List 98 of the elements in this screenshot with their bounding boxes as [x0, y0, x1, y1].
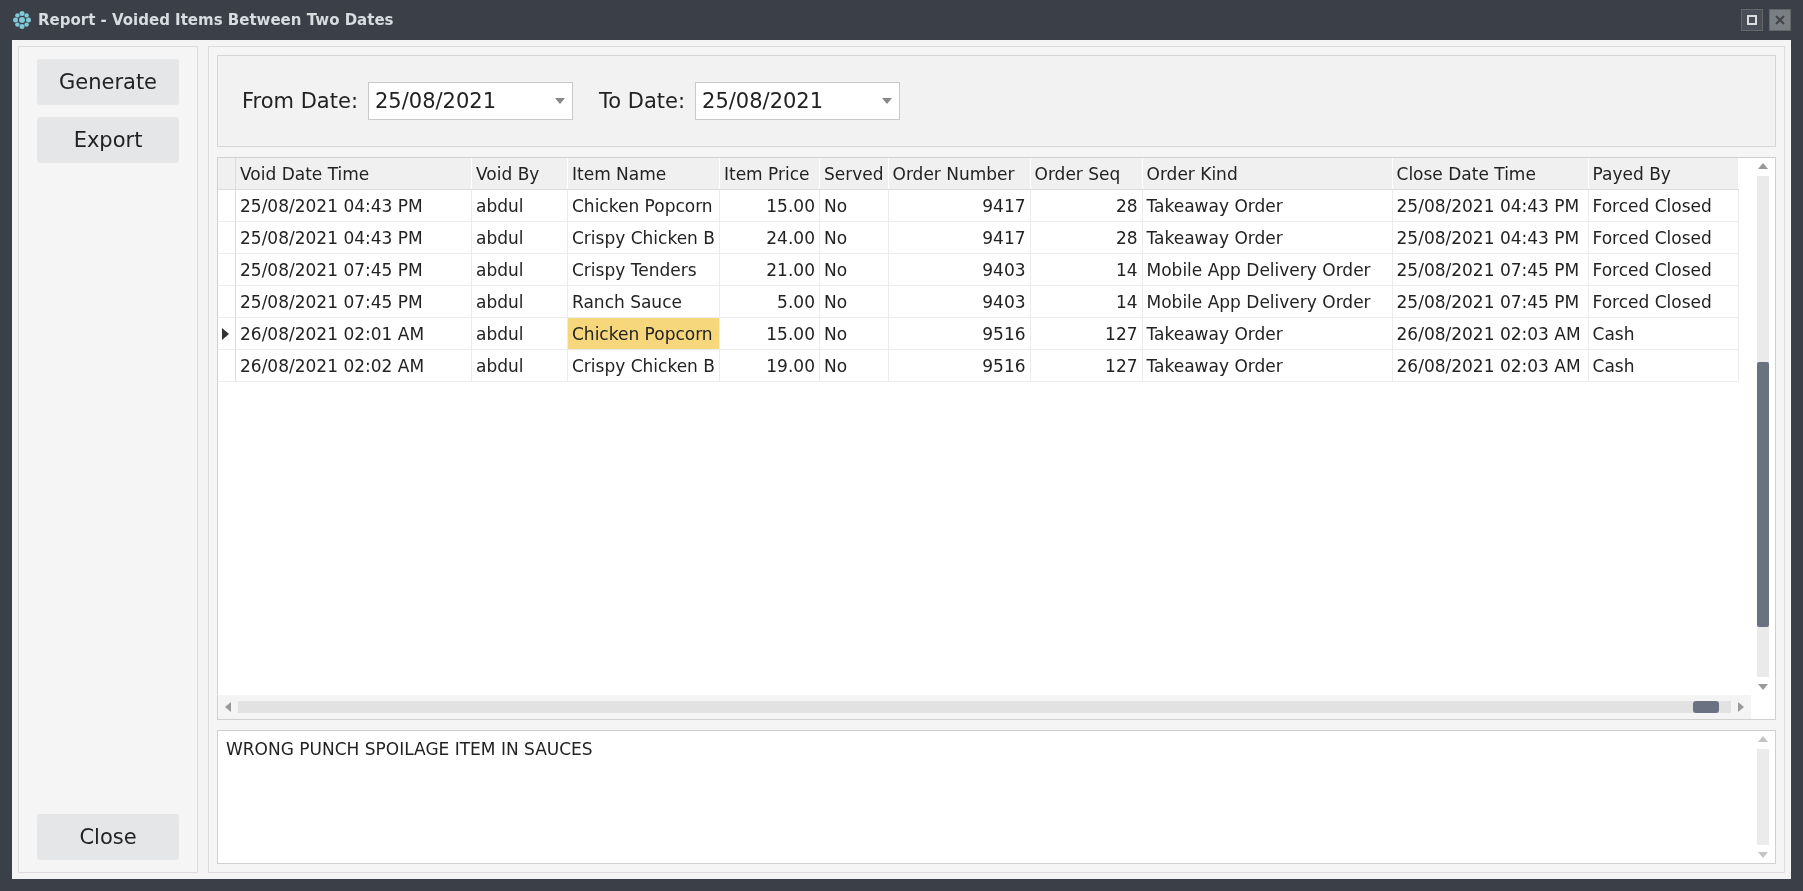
table-cell: 25/08/2021 04:43 PM	[1392, 221, 1588, 254]
table-cell: No	[819, 189, 888, 222]
table-cell: 9516	[888, 349, 1030, 382]
table-cell: 9417	[888, 189, 1030, 222]
restore-button[interactable]	[1741, 9, 1763, 31]
table-cell: No	[819, 349, 888, 382]
table-cell: 25/08/2021 07:45 PM	[235, 285, 472, 318]
column-header[interactable]: Item Name	[567, 158, 720, 190]
table-cell: 9403	[888, 253, 1030, 286]
table-cell: abdul	[471, 189, 568, 222]
table-cell: Chicken Popcorn	[567, 189, 720, 222]
table-cell: abdul	[471, 285, 568, 318]
window-title: Report - Voided Items Between Two Dates	[38, 11, 395, 29]
column-header[interactable]: Void Date Time	[235, 158, 472, 190]
restore-icon	[1746, 14, 1758, 26]
table-cell: No	[819, 317, 888, 350]
table-cell: 5.00	[719, 285, 820, 318]
table-cell: 24.00	[719, 221, 820, 254]
table-cell: abdul	[471, 221, 568, 254]
close-button[interactable]	[1769, 9, 1791, 31]
table-cell: 26/08/2021 02:03 AM	[1392, 349, 1588, 382]
app-icon	[12, 10, 32, 30]
table-cell: 25/08/2021 07:45 PM	[1392, 253, 1588, 286]
column-header[interactable]: Item Price	[719, 158, 820, 190]
date-dropdown[interactable]: 25/08/2021	[368, 82, 573, 120]
column-header[interactable]: Order Kind	[1142, 158, 1392, 190]
table-cell: 14	[1030, 285, 1142, 318]
table-cell: 15.00	[719, 317, 820, 350]
table-cell: No	[819, 253, 888, 286]
column-header[interactable]: Void By	[471, 158, 568, 190]
scroll-up-icon[interactable]	[1757, 162, 1769, 170]
scroll-up-icon[interactable]	[1757, 735, 1769, 743]
table-cell: 9403	[888, 285, 1030, 318]
column-header[interactable]: Payed By	[1588, 158, 1738, 190]
scrollbar-thumb[interactable]	[1693, 701, 1719, 713]
table-cell: Takeaway Order	[1142, 317, 1392, 350]
table-cell: Takeaway Order	[1142, 221, 1392, 254]
date-dropdown[interactable]: 25/08/2021	[695, 82, 901, 120]
table-cell: Forced Closed	[1588, 285, 1738, 318]
table-cell: Mobile App Delivery Order	[1142, 253, 1392, 286]
table-cell: Crispy Tenders	[567, 253, 720, 286]
table-cell: No	[819, 285, 888, 318]
table-cell: 25/08/2021 07:45 PM	[1392, 285, 1588, 318]
table-cell: 25/08/2021 04:43 PM	[1392, 189, 1588, 222]
table-cell: Crispy Chicken B	[567, 349, 720, 382]
scroll-down-icon[interactable]	[1757, 683, 1769, 691]
table-cell: 25/08/2021 07:45 PM	[235, 253, 472, 286]
column-header[interactable]: Order Number	[888, 158, 1030, 190]
sidebar-button[interactable]: Export	[37, 117, 179, 163]
table-cell: abdul	[471, 317, 568, 350]
table-cell: Forced Closed	[1588, 253, 1738, 286]
table-cell: Mobile App Delivery Order	[1142, 285, 1392, 318]
row-indicator[interactable]	[218, 317, 236, 350]
table-cell: 14	[1030, 253, 1142, 286]
table-cell: 15.00	[719, 189, 820, 222]
table-cell: 19.00	[719, 349, 820, 382]
horizontal-scrollbar[interactable]	[218, 695, 1751, 719]
table-cell: abdul	[471, 253, 568, 286]
table-cell: 9417	[888, 221, 1030, 254]
table-cell: Cash	[1588, 349, 1738, 382]
table-cell: 26/08/2021 02:03 AM	[1392, 317, 1588, 350]
sidebar-button[interactable]: Close	[37, 814, 179, 860]
table-cell: Forced Closed	[1588, 221, 1738, 254]
table-cell: Cash	[1588, 317, 1738, 350]
notes-box[interactable]: WRONG PUNCH SPOILAGE ITEM IN SAUCES	[217, 730, 1776, 864]
notes-text: WRONG PUNCH SPOILAGE ITEM IN SAUCES	[225, 738, 594, 761]
table-cell: abdul	[471, 349, 568, 382]
table-cell: Forced Closed	[1588, 189, 1738, 222]
sidebar-button[interactable]: Generate	[37, 59, 179, 105]
scroll-down-icon[interactable]	[1757, 851, 1769, 859]
date-label: From Date:	[242, 89, 358, 113]
table-cell: Takeaway Order	[1142, 189, 1392, 222]
table-cell: Takeaway Order	[1142, 349, 1392, 382]
table-cell: 25/08/2021 04:43 PM	[235, 189, 472, 222]
table-cell: Ranch Sauce	[567, 285, 720, 318]
table-cell: Crispy Chicken B	[567, 221, 720, 254]
dropdown-icon[interactable]	[881, 97, 894, 105]
table-cell: 26/08/2021 02:02 AM	[235, 349, 472, 382]
table-cell: 28	[1030, 189, 1142, 222]
table-cell: 25/08/2021 04:43 PM	[235, 221, 472, 254]
scrollbar-thumb[interactable]	[1757, 362, 1769, 627]
table-cell: 127	[1030, 349, 1142, 382]
table-cell: 9516	[888, 317, 1030, 350]
table-cell: 127	[1030, 317, 1142, 350]
table-cell: Chicken Popcorn	[567, 317, 720, 350]
column-header[interactable]: Served	[819, 158, 888, 190]
scroll-left-icon[interactable]	[224, 701, 232, 713]
dropdown-icon[interactable]	[554, 97, 566, 105]
row-pointer-icon	[222, 327, 229, 340]
table-cell: 26/08/2021 02:01 AM	[235, 317, 472, 350]
table-cell: 28	[1030, 221, 1142, 254]
column-header[interactable]: Order Seq	[1030, 158, 1142, 190]
close-icon	[1774, 14, 1786, 26]
date-label: To Date:	[599, 89, 686, 113]
table-cell: 21.00	[719, 253, 820, 286]
column-header[interactable]: Close Date Time	[1392, 158, 1588, 190]
scroll-right-icon[interactable]	[1737, 701, 1745, 713]
table-cell: No	[819, 221, 888, 254]
